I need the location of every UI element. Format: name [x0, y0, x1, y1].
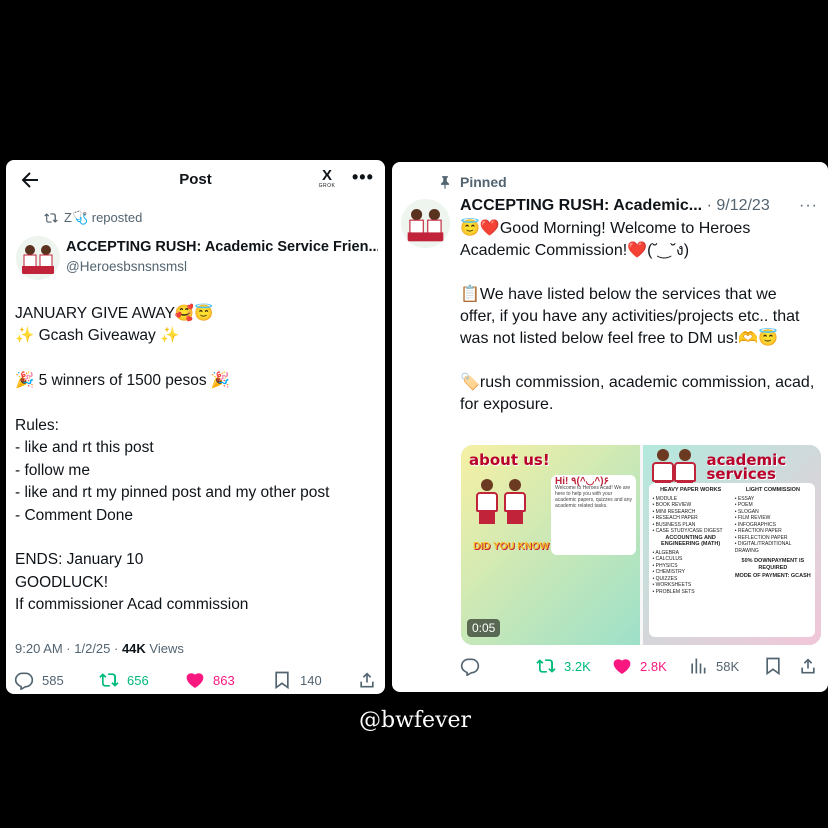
- col1-item: • PROBLEM SETS: [652, 588, 695, 595]
- bookmark-icon: [766, 657, 780, 676]
- about-body: Welcome to Heroes Acad! We are here to h…: [555, 485, 632, 509]
- post-header: Post X GROK •••: [6, 160, 385, 200]
- more-options-icon[interactable]: ···: [799, 197, 818, 215]
- heart-icon: [186, 673, 204, 688]
- avatar-illustration: [16, 236, 60, 280]
- like-count: 2.8K: [640, 658, 667, 674]
- grok-icon[interactable]: X GROK: [317, 167, 337, 191]
- repost-icon: [536, 659, 556, 673]
- col1-heading: HEAVY PAPER WORKS: [660, 487, 722, 493]
- video-time: 0:05: [467, 619, 501, 637]
- grok-mark: X: [321, 167, 332, 184]
- views-count: 44K: [121, 641, 146, 656]
- reply-button[interactable]: 585: [14, 670, 64, 690]
- heavy-works-column: HEAVY PAPER WORKS • MODULE • BOOK REVIEW…: [653, 487, 729, 633]
- share-button[interactable]: [357, 670, 377, 690]
- bookmark-count: 140: [300, 672, 322, 688]
- avatar[interactable]: [16, 236, 60, 280]
- display-name[interactable]: ACCEPTING RUSH: Academic...: [460, 197, 702, 214]
- repost-icon: [44, 213, 58, 223]
- services-list: HEAVY PAPER WORKS • MODULE • BOOK REVIEW…: [648, 483, 815, 637]
- views-label: Views: [145, 641, 184, 656]
- repost-button[interactable]: 3.2K: [536, 656, 591, 676]
- post-body: 😇❤️Good Morning! Welcome to Heroes Acade…: [460, 220, 815, 413]
- payment-mode: MODE OF PAYMENT: GCASH: [734, 573, 811, 579]
- more-options-icon[interactable]: •••: [352, 168, 374, 186]
- avatar[interactable]: [401, 199, 450, 248]
- repost-count: 656: [127, 672, 149, 688]
- left-post-card: Post X GROK ••• Z🩺 reposted ACCEPTING RU…: [6, 160, 385, 694]
- did-you-know: DID YOU KNOW: [473, 541, 549, 552]
- pinned-label: Pinned: [460, 174, 507, 190]
- views-button[interactable]: 58K: [688, 656, 739, 676]
- about-title: about us!: [469, 451, 550, 469]
- col2-heading: LIGHT COMMISSION: [745, 487, 800, 493]
- right-post-card: Pinned ACCEPTING RUSH: Academic... · 9/1…: [392, 162, 828, 692]
- heart-icon: [613, 659, 631, 674]
- downpayment-note: 50% DOWNPAYMENT IS REQUIRED: [741, 558, 805, 571]
- watermark: @bwfever: [359, 708, 472, 733]
- view-count: 58K: [716, 658, 740, 674]
- reply-icon: [14, 672, 34, 690]
- col1-item: • CASE STUDY/CASE DIGEST: [652, 528, 723, 534]
- timestamp[interactable]: 9:20 AM · 1/2/25 ·: [15, 641, 122, 656]
- light-commission-column: LIGHT COMMISSION • ESSAY • POEM • SLOGAN…: [735, 487, 811, 633]
- pinned-indicator: Pinned: [438, 174, 507, 190]
- action-bar: 585 656 863 140: [6, 670, 385, 694]
- reply-icon: [460, 658, 480, 676]
- display-name[interactable]: ACCEPTING RUSH: Academic Service Frien..…: [66, 239, 378, 255]
- reply-button[interactable]: [460, 656, 488, 676]
- repost-button[interactable]: 656: [99, 670, 149, 690]
- grok-label: GROK: [318, 183, 336, 189]
- pin-icon: [440, 176, 450, 189]
- share-button[interactable]: [798, 656, 818, 676]
- analytics-icon: [691, 658, 706, 674]
- bookmark-button[interactable]: 140: [272, 670, 322, 690]
- student-figure: [501, 479, 529, 527]
- post-date[interactable]: · 9/12/23: [702, 197, 770, 214]
- repost-indicator: Z🩺 reposted: [44, 210, 142, 226]
- share-icon: [801, 658, 815, 674]
- repost-count: 3.2K: [564, 658, 591, 674]
- post-meta: 9:20 AM · 1/2/25 · 44K Views: [15, 641, 184, 656]
- bookmark-icon: [275, 671, 289, 690]
- about-us-panel: about us! Hi! ٩(^◡^)۶ Welcome to Heroes …: [461, 445, 640, 645]
- post-author-line: ACCEPTING RUSH: Academic... · 9/12/23: [460, 197, 770, 215]
- col2-item: • DIGITAL/TRADITIONAL DRAWING: [734, 541, 792, 554]
- col1-subheading: ACCOUNTING AND ENGINEERING (MATH): [661, 534, 721, 548]
- reposted-by-text[interactable]: Z🩺 reposted: [64, 210, 142, 226]
- like-button[interactable]: 2.8K: [612, 656, 667, 676]
- about-note: Hi! ٩(^◡^)۶ Welcome to Heroes Acad! We a…: [551, 475, 636, 555]
- action-bar: 3.2K 2.8K 58K: [392, 656, 828, 680]
- like-button[interactable]: 863: [185, 670, 235, 690]
- post-video[interactable]: about us! Hi! ٩(^◡^)۶ Welcome to Heroes …: [461, 445, 821, 645]
- repost-icon: [99, 673, 119, 687]
- services-panel: academic services HEAVY PAPER WORKS • MO…: [639, 445, 821, 645]
- like-count: 863: [213, 672, 235, 688]
- bookmark-button[interactable]: [763, 656, 783, 676]
- share-icon: [360, 672, 374, 688]
- avatar-illustration: [401, 199, 450, 248]
- student-figure: [473, 479, 501, 527]
- handle[interactable]: @Heroesbsnsnsmsl: [66, 259, 187, 274]
- post-body: JANUARY GIVE AWAY🥰😇 ✨ Gcash Giveaway ✨ 🎉…: [15, 305, 330, 614]
- reply-count: 585: [42, 672, 64, 688]
